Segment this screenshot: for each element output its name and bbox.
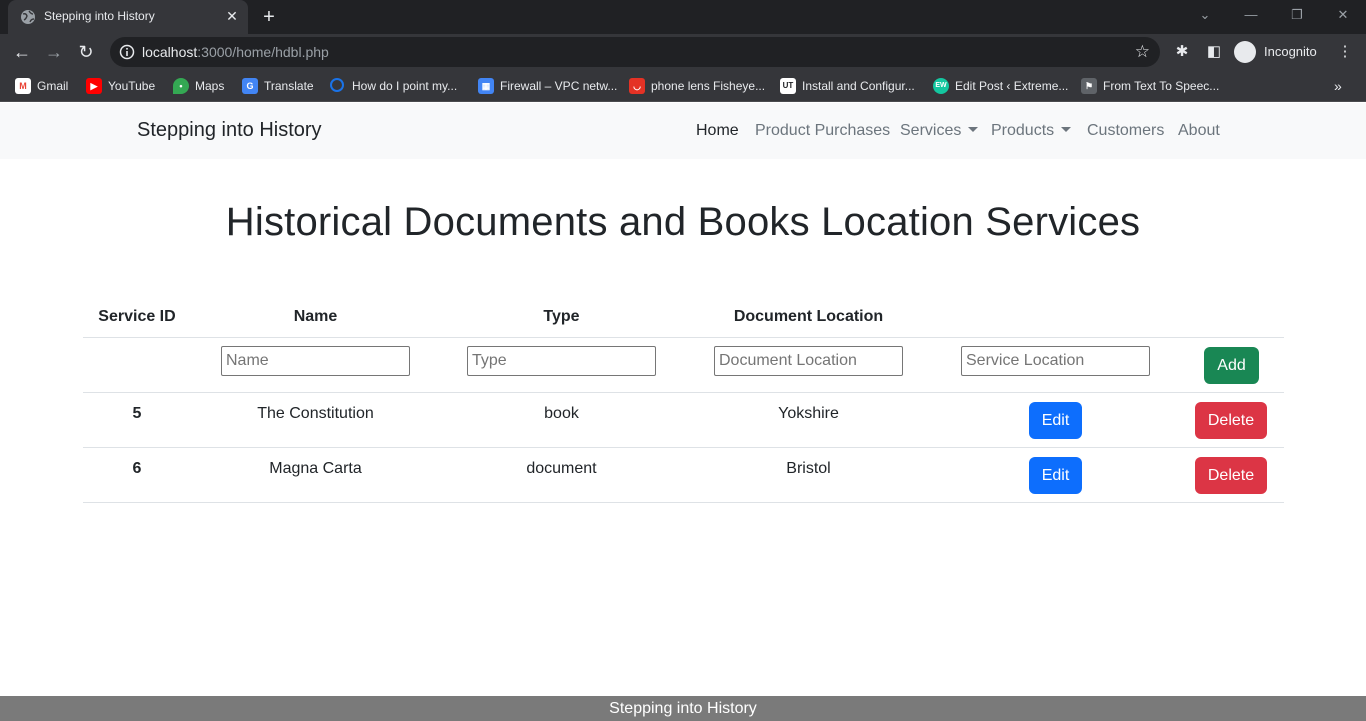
nav-about[interactable]: About <box>1178 122 1220 140</box>
speech-icon: ⚑ <box>1081 78 1097 94</box>
site-footer: Stepping into History <box>0 696 1366 721</box>
browser-tab[interactable]: Stepping into History ✕ <box>8 0 248 34</box>
address-bar[interactable]: localhost:3000/home/hdbl.php ☆ <box>110 37 1160 67</box>
cell-type: book <box>544 405 579 422</box>
translate-icon: G <box>242 78 258 94</box>
table-divider <box>83 447 1284 448</box>
edit-button[interactable]: Edit <box>1029 402 1082 439</box>
page-title: Historical Documents and Books Location … <box>225 200 1141 244</box>
ut-icon: UT <box>780 78 796 94</box>
header-name: Name <box>293 308 338 325</box>
nav-services-label: Services <box>900 122 962 139</box>
gmail-icon: M <box>15 78 31 94</box>
globe-icon <box>21 10 35 24</box>
name-input[interactable] <box>221 346 410 376</box>
tab-title: Stepping into History <box>44 9 155 23</box>
chevron-down-icon <box>1061 127 1072 132</box>
restore-icon[interactable]: ❐ <box>1283 4 1311 26</box>
cell-name: Magna Carta <box>269 460 362 477</box>
nav-product-purchases[interactable]: Product Purchases <box>755 122 890 140</box>
extensions-icon[interactable]: ✱ <box>1172 42 1192 62</box>
loading-icon <box>330 78 344 92</box>
table-divider <box>83 502 1284 503</box>
youtube-icon: ▶ <box>86 78 102 94</box>
back-icon[interactable]: ← <box>10 40 34 64</box>
header-type: Type <box>543 308 580 325</box>
tab-close-icon[interactable]: ✕ <box>224 8 240 24</box>
menu-icon[interactable]: ⋮ <box>1335 42 1355 62</box>
cell-type: document <box>526 460 597 477</box>
url-path: :3000/home/hdbl.php <box>197 44 329 60</box>
service-location-input[interactable] <box>961 346 1150 376</box>
network-icon: ▦ <box>478 78 494 94</box>
edit-button[interactable]: Edit <box>1029 457 1082 494</box>
chevron-down-icon <box>968 127 979 132</box>
reload-icon[interactable]: ↻ <box>74 40 98 64</box>
table-divider <box>83 337 1284 338</box>
delete-button[interactable]: Delete <box>1195 402 1267 439</box>
incognito-label: Incognito <box>1264 44 1317 59</box>
info-icon[interactable] <box>119 44 135 60</box>
minimize-icon[interactable]: — <box>1237 4 1265 26</box>
nav-products[interactable]: Products <box>991 122 1072 140</box>
url-host: localhost <box>142 44 198 60</box>
table-divider <box>83 392 1284 393</box>
bookmarks-bar: M Gmail ▶ YouTube • Maps G Translate How… <box>0 70 1366 102</box>
cell-service-id: 5 <box>132 405 142 422</box>
incognito-icon <box>1234 41 1256 63</box>
nav-home[interactable]: Home <box>696 122 739 140</box>
nav-products-label: Products <box>991 122 1055 139</box>
close-window-icon[interactable]: ✕ <box>1329 4 1357 26</box>
tab-search-icon[interactable]: ⌄ <box>1191 4 1219 26</box>
bookmark-star-icon[interactable]: ☆ <box>1135 42 1150 62</box>
header-document-location: Document Location <box>733 308 884 325</box>
header-service-id: Service ID <box>98 308 176 325</box>
browser-toolbar: ← → ↻ localhost:3000/home/hdbl.php ☆ ✱ ◧… <box>0 34 1366 70</box>
delete-button[interactable]: Delete <box>1195 457 1267 494</box>
document-location-input[interactable] <box>714 346 903 376</box>
side-panel-icon[interactable]: ◧ <box>1204 42 1224 62</box>
navbar-brand[interactable]: Stepping into History <box>137 119 322 142</box>
site-navbar: Stepping into History Home Product Purch… <box>0 103 1366 159</box>
ew-icon: EW <box>933 78 949 94</box>
nav-services[interactable]: Services <box>900 122 979 140</box>
maps-icon: • <box>173 78 189 94</box>
nav-customers[interactable]: Customers <box>1087 122 1164 140</box>
forward-icon[interactable]: → <box>42 40 66 64</box>
cell-service-id: 6 <box>132 460 142 477</box>
new-tab-icon[interactable]: + <box>258 6 280 28</box>
bookmarks-overflow-icon[interactable]: » <box>1334 76 1342 96</box>
browser-tab-strip: Stepping into History ✕ + ⌄ — ❐ ✕ <box>0 0 1366 34</box>
url-text[interactable]: localhost:3000/home/hdbl.php <box>142 44 329 60</box>
cell-document-location: Yokshire <box>778 405 839 422</box>
type-input[interactable] <box>467 346 656 376</box>
cell-document-location: Bristol <box>786 460 831 477</box>
aliexpress-icon: ◡ <box>629 78 645 94</box>
cell-name: The Constitution <box>257 405 374 422</box>
add-button[interactable]: Add <box>1204 347 1259 384</box>
